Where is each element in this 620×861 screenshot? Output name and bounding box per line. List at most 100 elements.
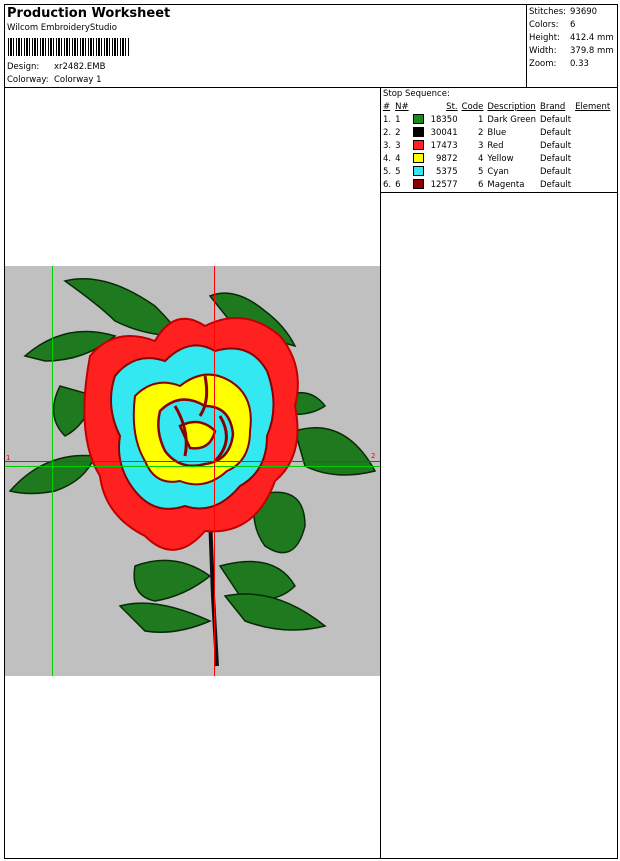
flower-embroidery-image bbox=[8, 278, 377, 667]
row-brand: Default bbox=[540, 140, 572, 151]
col-code: Code bbox=[461, 101, 484, 112]
stats-table: Stitches: 93690 Colors: 6 Height: 412.4 mm Wid… bbox=[529, 5, 614, 70]
stop-sequence-table: # N# St. Code Description Brand Element … bbox=[381, 100, 612, 191]
stop-table-bottom-rule bbox=[380, 192, 618, 193]
row-index: 4. bbox=[383, 153, 392, 164]
row-stitches: 9872 bbox=[435, 153, 458, 164]
row-stitches-cell: 30041 bbox=[411, 126, 460, 139]
stat-row: Zoom: 0.33 bbox=[529, 57, 614, 70]
stat-label: Zoom: bbox=[529, 58, 557, 69]
row-code: 3 bbox=[477, 140, 484, 151]
worksheet-title: Production Worksheet bbox=[7, 6, 171, 21]
row-needle: 6 bbox=[395, 179, 401, 190]
row-element bbox=[573, 126, 612, 139]
stat-label: Colors: bbox=[529, 19, 559, 30]
barcode-image bbox=[8, 38, 130, 56]
design-preview: 1 2 bbox=[5, 266, 380, 676]
horizontal-guide-green bbox=[5, 466, 380, 467]
col-brand: Brand bbox=[540, 101, 566, 112]
row-code: 1 bbox=[477, 114, 484, 125]
vertical-guide-green bbox=[52, 266, 53, 676]
column-divider bbox=[380, 87, 381, 859]
row-index: 1. bbox=[383, 114, 392, 125]
row-index: 2. bbox=[383, 127, 392, 138]
marker-right: 2 bbox=[371, 452, 376, 460]
row-code: 2 bbox=[477, 127, 484, 138]
stop-row: 1. 1 18350 1 Dark Green Default bbox=[381, 113, 612, 126]
row-code: 5 bbox=[477, 166, 484, 177]
header-divider bbox=[4, 87, 618, 88]
row-stitches-cell: 5375 bbox=[411, 165, 460, 178]
row-code: 4 bbox=[477, 153, 484, 164]
design-value: xr2482.EMB bbox=[54, 62, 106, 72]
col-description: Description bbox=[487, 101, 536, 112]
stat-value: 0.33 bbox=[570, 58, 589, 69]
color-swatch bbox=[412, 114, 424, 125]
row-brand: Default bbox=[540, 114, 572, 125]
stat-row: Colors: 6 bbox=[529, 18, 614, 31]
row-element bbox=[573, 139, 612, 152]
stat-value: 6 bbox=[570, 19, 576, 30]
row-stitches: 5375 bbox=[435, 166, 458, 177]
color-swatch bbox=[412, 140, 424, 151]
row-description: Yellow bbox=[487, 153, 514, 164]
row-description: Cyan bbox=[487, 166, 509, 177]
stat-value: 379.8 mm bbox=[570, 45, 614, 56]
row-stitches: 30041 bbox=[430, 127, 458, 138]
col-stitches: St. bbox=[446, 101, 458, 112]
row-stitches-cell: 12577 bbox=[411, 178, 460, 191]
stop-row: 3. 3 17473 3 Red Default bbox=[381, 139, 612, 152]
row-brand: Default bbox=[540, 127, 572, 138]
row-stitches: 17473 bbox=[430, 140, 458, 151]
stat-label: Stitches: bbox=[529, 6, 567, 17]
row-stitches-cell: 18350 bbox=[411, 113, 460, 126]
marker-left: 1 bbox=[6, 454, 11, 462]
stop-sequence-header: # N# St. Code Description Brand Element bbox=[381, 100, 612, 113]
stop-row: 5. 5 5375 5 Cyan Default bbox=[381, 165, 612, 178]
row-index: 5. bbox=[383, 166, 392, 177]
row-description: Blue bbox=[487, 127, 507, 138]
col-index: # bbox=[383, 101, 391, 112]
stat-row: Width: 379.8 mm bbox=[529, 44, 614, 57]
stat-row: Stitches: 93690 bbox=[529, 5, 614, 18]
row-index: 6. bbox=[383, 179, 392, 190]
row-brand: Default bbox=[540, 153, 572, 164]
row-description: Magenta bbox=[487, 179, 525, 190]
row-element bbox=[573, 113, 612, 126]
color-swatch bbox=[412, 166, 424, 177]
row-stitches-cell: 17473 bbox=[411, 139, 460, 152]
row-stitches: 12577 bbox=[430, 179, 458, 190]
colorway-label: Colorway: bbox=[7, 75, 49, 85]
row-needle: 5 bbox=[395, 166, 401, 177]
row-needle: 1 bbox=[395, 114, 401, 125]
stat-value: 93690 bbox=[570, 6, 598, 17]
row-needle: 2 bbox=[395, 127, 401, 138]
vertical-guide-red bbox=[214, 266, 215, 676]
col-needle: N# bbox=[395, 101, 409, 112]
row-description: Red bbox=[487, 140, 504, 151]
stat-value: 412.4 mm bbox=[570, 32, 614, 43]
stat-row: Height: 412.4 mm bbox=[529, 31, 614, 44]
color-swatch bbox=[412, 179, 424, 190]
colorway-value: Colorway 1 bbox=[54, 75, 102, 85]
row-needle: 3 bbox=[395, 140, 401, 151]
row-needle: 4 bbox=[395, 153, 401, 164]
color-swatch bbox=[412, 127, 424, 138]
stat-label: Height: bbox=[529, 32, 560, 43]
stats-divider bbox=[526, 4, 527, 87]
row-code: 6 bbox=[477, 179, 484, 190]
row-stitches: 18350 bbox=[430, 114, 458, 125]
row-element bbox=[573, 165, 612, 178]
stop-row: 2. 2 30041 2 Blue Default bbox=[381, 126, 612, 139]
row-brand: Default bbox=[540, 179, 572, 190]
row-element bbox=[573, 152, 612, 165]
row-index: 3. bbox=[383, 140, 392, 151]
col-element: Element bbox=[575, 101, 611, 112]
stat-label: Width: bbox=[529, 45, 557, 56]
design-label: Design: bbox=[7, 62, 40, 72]
color-swatch bbox=[412, 153, 424, 164]
stop-row: 4. 4 9872 4 Yellow Default bbox=[381, 152, 612, 165]
row-brand: Default bbox=[540, 166, 572, 177]
row-element bbox=[573, 178, 612, 191]
stop-row: 6. 6 12577 6 Magenta Default bbox=[381, 178, 612, 191]
